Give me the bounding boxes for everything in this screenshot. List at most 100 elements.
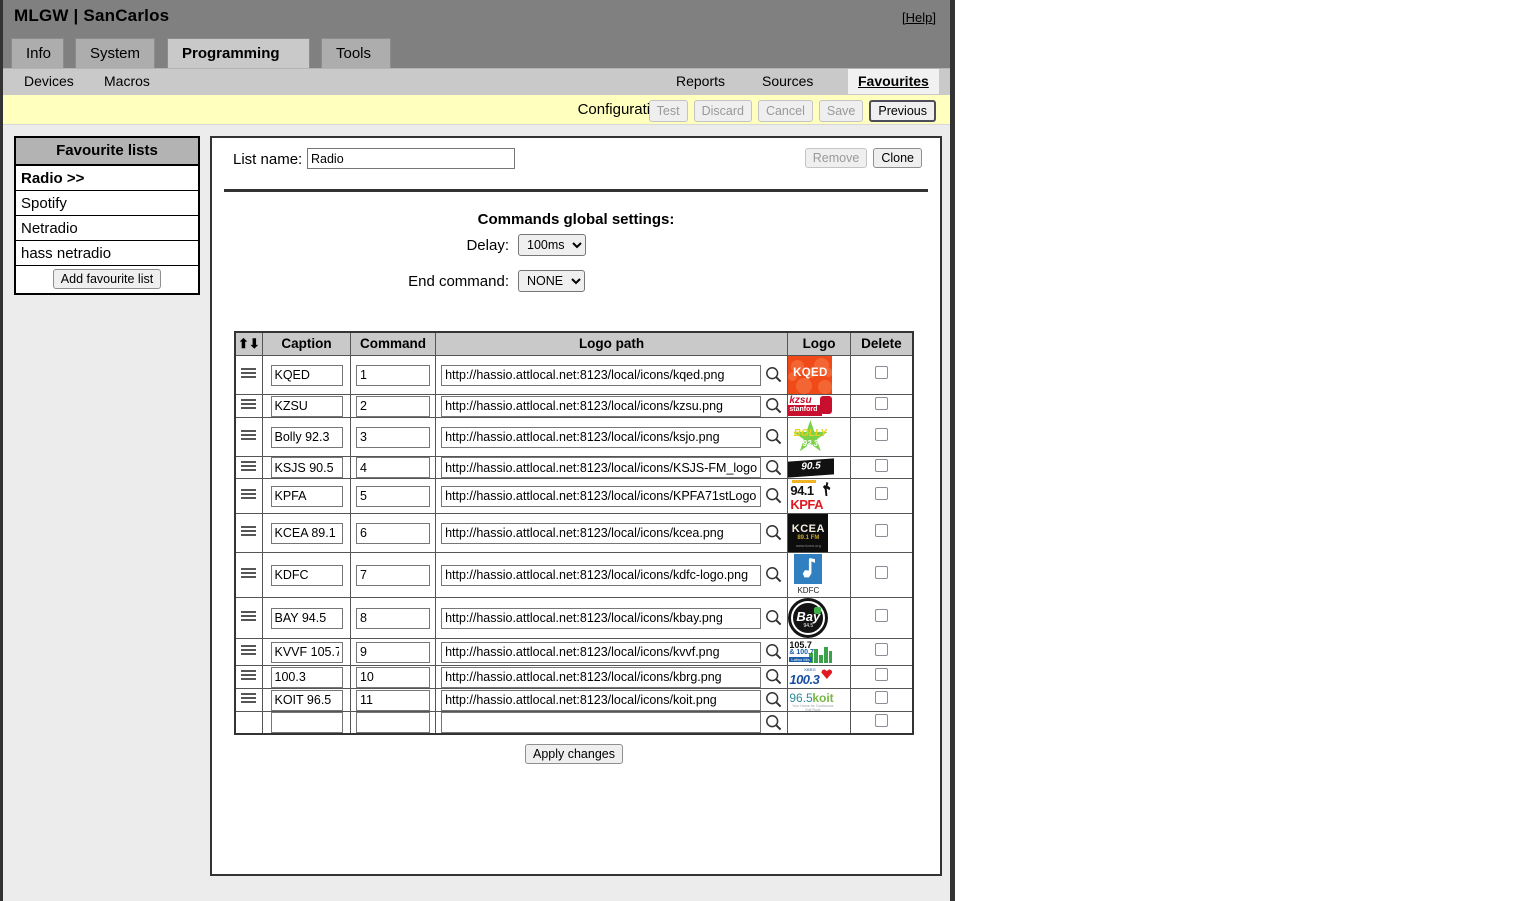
discard-button[interactable]: Discard — [693, 100, 752, 122]
delete-checkbox[interactable] — [874, 713, 888, 727]
logo-path-input[interactable] — [441, 426, 762, 448]
delete-checkbox[interactable] — [874, 366, 888, 379]
logo-path-input[interactable] — [441, 712, 762, 733]
list-name-input[interactable] — [307, 148, 515, 169]
row-delete-cell — [849, 456, 914, 479]
add-favourite-list-button[interactable]: Add favourite list — [52, 269, 162, 289]
row-drag-handle[interactable] — [241, 526, 257, 537]
caption-input[interactable] — [270, 666, 343, 688]
logo-path-input[interactable] — [441, 641, 762, 663]
command-input[interactable] — [355, 641, 430, 663]
tab-system[interactable]: System — [75, 38, 155, 68]
caption-input[interactable] — [270, 712, 343, 733]
command-input[interactable] — [355, 485, 430, 507]
browse-logo-icon[interactable] — [765, 691, 782, 708]
delete-checkbox[interactable] — [874, 643, 888, 656]
logo-path-input[interactable] — [441, 564, 762, 586]
row-drag-handle[interactable] — [241, 645, 257, 656]
cancel-button[interactable]: Cancel — [757, 100, 813, 122]
caption-input[interactable] — [270, 457, 343, 478]
caption-input[interactable] — [270, 426, 343, 448]
command-input[interactable] — [355, 364, 430, 386]
delete-checkbox[interactable] — [874, 458, 888, 472]
subnav-item-sources[interactable]: Sources — [752, 69, 823, 94]
command-input[interactable] — [355, 457, 430, 478]
command-input[interactable] — [355, 426, 430, 448]
delete-checkbox[interactable] — [874, 397, 888, 410]
test-button[interactable]: Test — [648, 100, 688, 122]
delete-checkbox[interactable] — [874, 487, 888, 500]
tab-tools[interactable]: Tools — [321, 38, 391, 68]
remove-list-button[interactable]: Remove — [804, 148, 868, 168]
logo-path-input[interactable] — [441, 607, 762, 629]
logo-path-input[interactable] — [441, 395, 762, 417]
row-drag-handle[interactable] — [241, 368, 257, 379]
end-command-select[interactable]: NONE — [518, 270, 585, 292]
caption-input[interactable] — [270, 485, 343, 507]
caption-input[interactable] — [270, 395, 343, 417]
command-input[interactable] — [355, 522, 430, 544]
tab-programming[interactable]: Programming — [167, 38, 310, 68]
browse-logo-icon[interactable] — [765, 366, 782, 383]
browse-logo-icon[interactable] — [765, 566, 782, 583]
caption-input[interactable] — [270, 607, 343, 629]
browse-logo-icon[interactable] — [765, 524, 782, 541]
caption-input[interactable] — [270, 641, 343, 663]
sidebar-item-spotify[interactable]: Spotify — [16, 191, 198, 216]
command-input[interactable] — [355, 564, 430, 586]
logo-path-input[interactable] — [441, 522, 762, 544]
delete-checkbox[interactable] — [874, 668, 888, 681]
row-drag-handle[interactable] — [241, 489, 257, 500]
browse-logo-icon[interactable] — [765, 668, 782, 685]
tab-info[interactable]: Info — [11, 38, 64, 68]
subnav-item-devices[interactable]: Devices — [14, 69, 84, 94]
browse-logo-icon[interactable] — [765, 397, 782, 414]
sidebar-item-radio[interactable]: Radio >> — [16, 166, 198, 191]
subnav-item-favourites[interactable]: Favourites — [848, 69, 939, 94]
browse-logo-icon[interactable] — [765, 487, 782, 504]
logo-path-input[interactable] — [441, 457, 762, 478]
browse-logo-icon[interactable] — [765, 609, 782, 626]
row-drag-handle[interactable] — [241, 611, 257, 622]
row-drag-handle[interactable] — [241, 460, 257, 472]
logo-path-input[interactable] — [441, 666, 762, 688]
delete-checkbox[interactable] — [874, 566, 888, 579]
browse-logo-icon[interactable] — [765, 428, 782, 445]
browse-logo-icon[interactable] — [765, 459, 782, 476]
subnav-item-reports[interactable]: Reports — [666, 69, 735, 94]
caption-input[interactable] — [270, 564, 343, 586]
save-button[interactable]: Save — [818, 100, 864, 122]
logo-path-input[interactable] — [441, 689, 762, 711]
delete-checkbox[interactable] — [874, 691, 888, 704]
caption-input[interactable] — [270, 364, 343, 386]
delay-select[interactable]: 100ms — [518, 234, 586, 256]
row-drag-handle[interactable] — [241, 430, 257, 441]
command-input[interactable] — [355, 607, 430, 629]
delete-checkbox[interactable] — [874, 524, 888, 537]
apply-changes-button[interactable]: Apply changes — [524, 744, 623, 764]
subnav-item-macros[interactable]: Macros — [94, 69, 160, 94]
delete-checkbox[interactable] — [874, 609, 888, 622]
row-drag-handle[interactable] — [241, 568, 257, 579]
logo-path-input[interactable] — [441, 485, 762, 507]
command-input[interactable] — [355, 666, 430, 688]
help-link[interactable]: [Help] — [902, 10, 936, 25]
sidebar-item-hass-netradio[interactable]: hass netradio — [16, 241, 198, 266]
logo-path-input[interactable] — [441, 364, 762, 386]
clone-list-button[interactable]: Clone — [873, 148, 922, 168]
previous-button[interactable]: Previous — [869, 100, 936, 122]
row-drag-handle[interactable] — [241, 670, 257, 681]
column-header-sort[interactable]: ⬆⬇ — [234, 331, 263, 356]
sidebar-item-netradio[interactable]: Netradio — [16, 216, 198, 241]
delete-checkbox[interactable] — [874, 428, 888, 441]
command-input[interactable] — [355, 712, 430, 733]
command-input[interactable] — [355, 689, 430, 711]
table-row: KCEA89.1 FMwww.kcea.org — [234, 513, 914, 553]
row-drag-handle[interactable] — [241, 399, 257, 410]
command-input[interactable] — [355, 395, 430, 417]
browse-logo-icon[interactable] — [765, 643, 782, 660]
row-drag-handle[interactable] — [241, 693, 257, 704]
browse-logo-icon[interactable] — [765, 714, 782, 731]
caption-input[interactable] — [270, 689, 343, 711]
caption-input[interactable] — [270, 522, 343, 544]
